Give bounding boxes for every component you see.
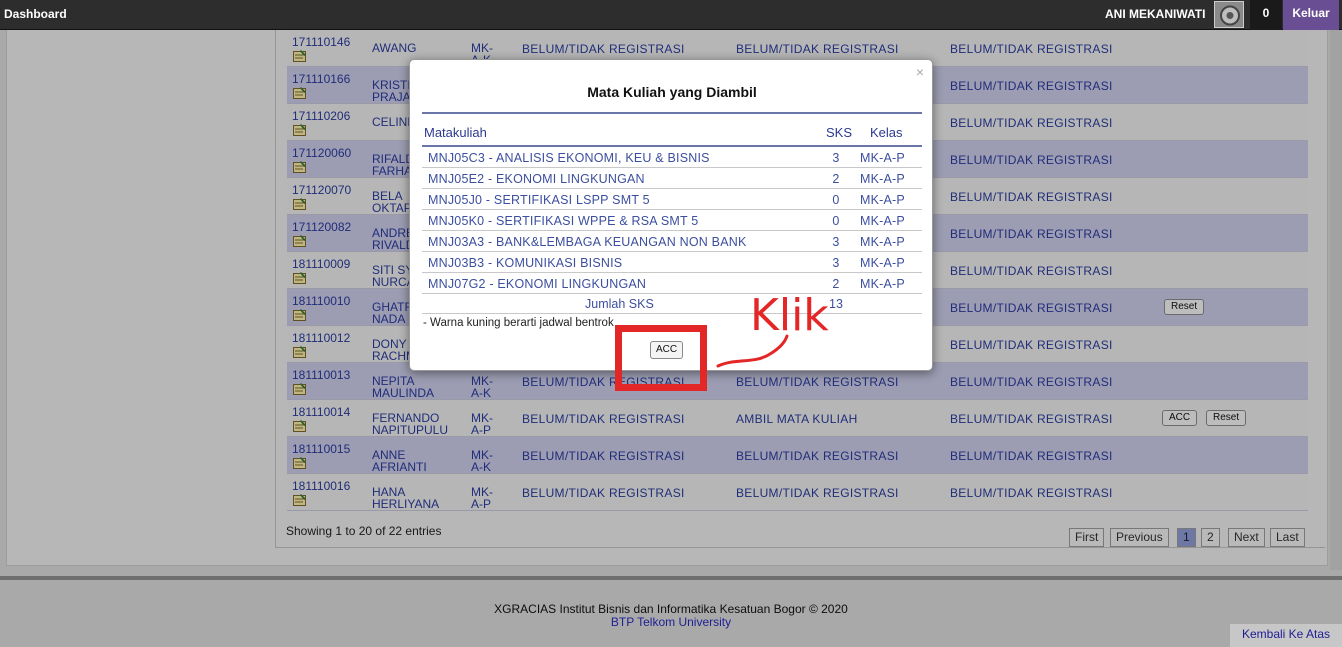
total-row: Jumlah SKS 13 (422, 294, 922, 314)
course-class: MK-A-P (860, 277, 905, 291)
dashboard-link[interactable]: Dashboard (4, 7, 67, 21)
course-name: MNJ07G2 - EKONOMI LINGKUNGAN (428, 277, 647, 291)
logout-button[interactable]: Keluar (1283, 0, 1339, 30)
course-sks: 3 (832, 256, 840, 270)
gear-icon (1220, 5, 1240, 26)
notification-count[interactable]: 0 (1250, 0, 1282, 30)
course-sks: 2 (832, 277, 840, 291)
course-row: MNJ03A3 - BANK&LEMBAGA KEUANGAN NON BANK… (422, 231, 922, 252)
course-table-header: Matakuliah SKS Kelas (422, 112, 922, 147)
header-matakuliah: Matakuliah (424, 125, 487, 140)
course-name: MNJ05J0 - SERTIFIKASI LSPP SMT 5 (428, 193, 650, 207)
course-class: MK-A-P (860, 214, 905, 228)
header-kelas: Kelas (870, 125, 903, 140)
course-row: MNJ03B3 - KOMUNIKASI BISNIS 3 MK-A-P (422, 252, 922, 273)
total-value: 13 (829, 297, 843, 311)
course-sks: 3 (832, 151, 840, 165)
conflict-note: - Warna kuning berarti jadwal bentrok (423, 317, 614, 329)
course-name: MNJ03A3 - BANK&LEMBAGA KEUANGAN NON BANK (428, 235, 747, 249)
course-class: MK-A-P (860, 235, 905, 249)
top-navbar: Dashboard ANI MEKANIWATI 0 Keluar (0, 0, 1342, 30)
course-row: MNJ05K0 - SERTIFIKASI WPPE & RSA SMT 5 0 M… (422, 210, 922, 231)
course-row: MNJ05E2 - EKONOMI LINGKUNGAN 2 MK-A-P (422, 168, 922, 189)
course-class: MK-A-P (860, 151, 905, 165)
course-name: MNJ05K0 - SERTIFIKASI WPPE & RSA SMT 5 (428, 214, 699, 228)
course-sks: 0 (832, 193, 840, 207)
course-sks: 0 (832, 214, 840, 228)
annotation-arrow (716, 334, 789, 368)
user-name[interactable]: ANI MEKANIWATI (1105, 7, 1205, 21)
course-row: MNJ05C3 - ANALISIS EKONOMI, KEU & BISNIS… (422, 147, 922, 168)
course-name: MNJ05C3 - ANALISIS EKONOMI, KEU & BISNIS (428, 151, 710, 165)
total-label: Jumlah SKS (585, 297, 654, 311)
course-sks: 2 (832, 172, 840, 186)
course-class: MK-A-P (860, 193, 905, 207)
course-table: Matakuliah SKS Kelas MNJ05C3 - ANALISIS … (422, 112, 922, 314)
close-icon[interactable]: × (916, 64, 924, 80)
course-row: MNJ07G2 - EKONOMI LINGKUNGAN 2 MK-A-P (422, 273, 922, 294)
course-class: MK-A-P (860, 172, 905, 186)
modal-title: Mata Kuliah yang Diambil (587, 84, 757, 100)
avatar[interactable] (1214, 1, 1244, 28)
course-sks: 3 (832, 235, 840, 249)
highlight-box (615, 325, 707, 391)
course-row: MNJ05J0 - SERTIFIKASI LSPP SMT 5 0 MK-A-P (422, 189, 922, 210)
course-class: MK-A-P (860, 256, 905, 270)
header-sks: SKS (825, 125, 852, 140)
course-name: MNJ05E2 - EKONOMI LINGKUNGAN (428, 172, 645, 186)
course-name: MNJ03B3 - KOMUNIKASI BISNIS (428, 256, 623, 270)
